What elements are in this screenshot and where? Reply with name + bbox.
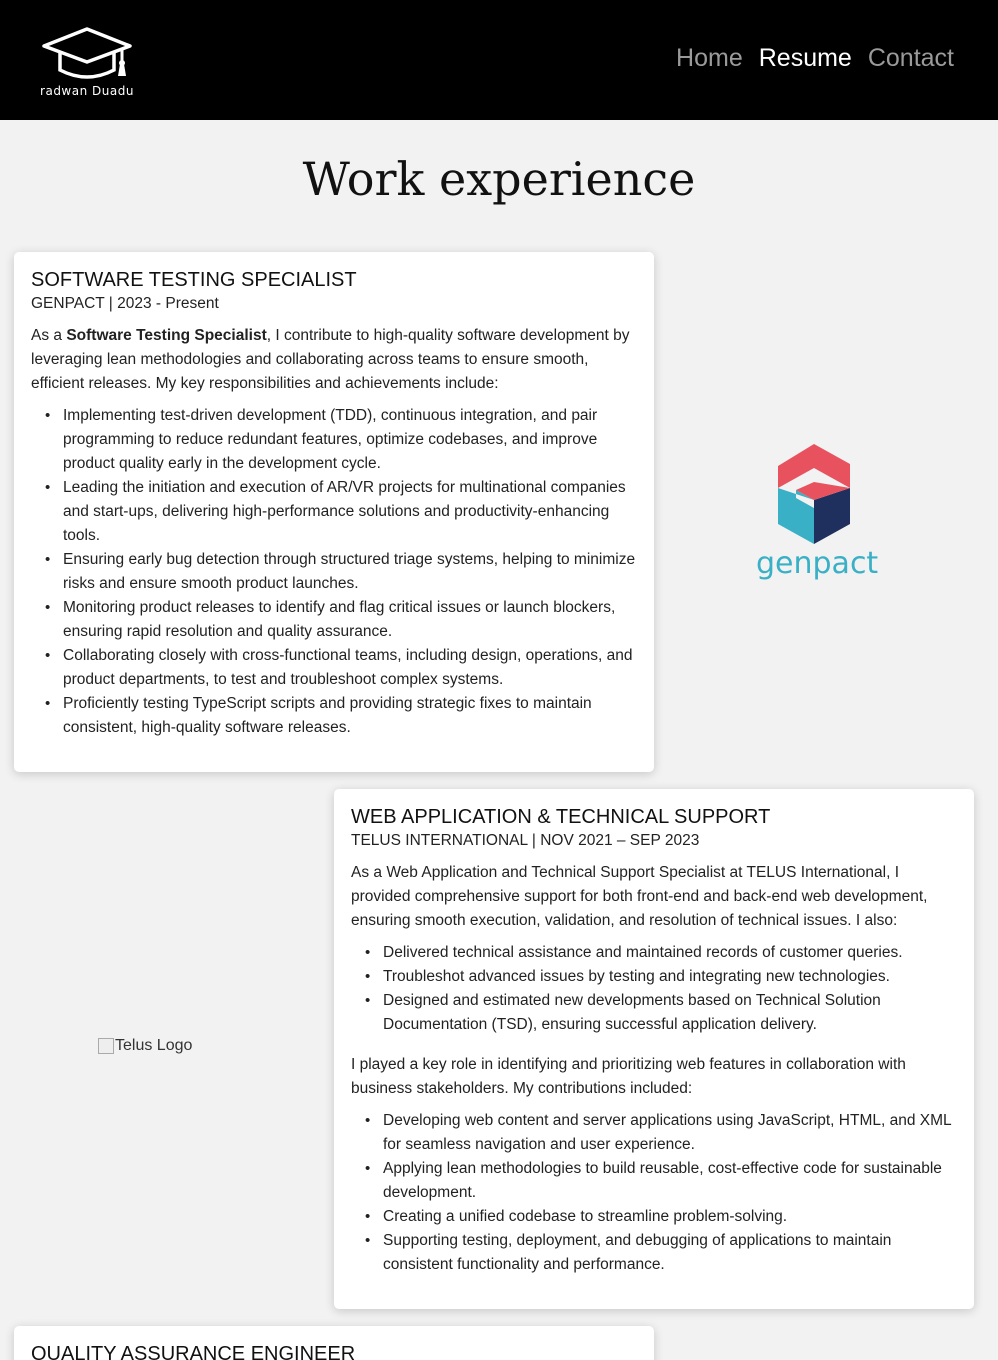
genpact-mark-icon <box>778 444 850 544</box>
job-intro: As a Software Testing Specialist, I cont… <box>31 324 637 396</box>
job-meta: TELUS INTERNATIONAL | NOV 2021 – SEP 202… <box>351 832 700 849</box>
graduation-cap-icon <box>42 27 132 79</box>
nav-contact[interactable]: Contact <box>868 44 954 73</box>
broken-image-icon <box>98 1038 114 1054</box>
nav-home[interactable]: Home <box>676 44 743 73</box>
job-title: WEB APPLICATION & TECHNICAL SUPPORT <box>351 806 771 828</box>
list-item: Supporting testing, deployment, and debu… <box>351 1229 957 1277</box>
job-card-telus: WEB APPLICATION & TECHNICAL SUPPORT TELU… <box>334 789 974 1309</box>
list-item: Monitoring product releases to identify … <box>31 596 637 644</box>
job-meta: GENPACT | 2023 - Present <box>31 295 219 312</box>
telus-logo-image: Telus Logo <box>98 1037 192 1055</box>
responsibility-list: Delivered technical assistance and maint… <box>351 941 957 1037</box>
list-item: Collaborating closely with cross-functio… <box>31 644 637 692</box>
main-nav: Home Resume Contact <box>676 44 954 73</box>
job-card-qa: QUALITY ASSURANCE ENGINEER <box>14 1326 654 1360</box>
logo-text: radwan Duadu <box>40 84 134 98</box>
list-item: Troubleshot advanced issues by testing a… <box>351 965 957 989</box>
job-card-genpact: SOFTWARE TESTING SPECIALIST GENPACT | 20… <box>14 252 654 772</box>
top-nav-bar: radwan Duadu Home Resume Contact <box>0 0 998 120</box>
list-item: Proficiently testing TypeScript scripts … <box>31 692 637 740</box>
nav-resume[interactable]: Resume <box>759 44 852 73</box>
list-item: Designed and estimated new developments … <box>351 989 957 1037</box>
job-intro: As a Web Application and Technical Suppo… <box>351 864 928 929</box>
job-title: QUALITY ASSURANCE ENGINEER <box>31 1343 356 1360</box>
page-title: Work experience <box>302 152 696 206</box>
list-item: Implementing test-driven development (TD… <box>31 404 637 476</box>
job-intro-secondary: I played a key role in identifying and p… <box>351 1056 906 1097</box>
genpact-logo: genpact <box>756 444 879 584</box>
intro-bold-role: Software Testing Specialist <box>66 327 267 344</box>
genpact-wordmark: genpact <box>756 546 879 581</box>
list-item: Leading the initiation and execution of … <box>31 476 637 548</box>
list-item: Ensuring early bug detection through str… <box>31 548 637 596</box>
list-item: Creating a unified codebase to streamlin… <box>351 1205 957 1229</box>
contribution-list: Developing web content and server applic… <box>351 1109 957 1277</box>
list-item: Applying lean methodologies to build reu… <box>351 1157 957 1205</box>
responsibility-list: Implementing test-driven development (TD… <box>31 404 637 740</box>
job-title: SOFTWARE TESTING SPECIALIST <box>31 269 357 291</box>
telus-logo-alt: Telus Logo <box>115 1037 193 1054</box>
list-item: Delivered technical assistance and maint… <box>351 941 957 965</box>
list-item: Developing web content and server applic… <box>351 1109 957 1157</box>
site-logo[interactable]: radwan Duadu <box>34 26 140 102</box>
intro-prefix: As a <box>31 327 67 344</box>
